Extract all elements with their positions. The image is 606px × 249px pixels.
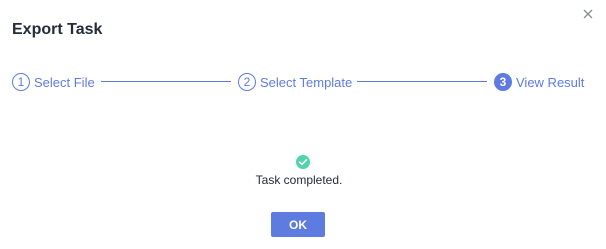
step-label: Select Template: [260, 74, 353, 90]
step-select-file: 1 Select File: [12, 72, 95, 92]
check-circle-icon: [296, 155, 310, 169]
step-number: 1: [12, 73, 30, 91]
step-view-result: 3 View Result: [494, 72, 584, 92]
export-task-dialog: Export Task 1 Select File 2 Select Templ…: [0, 0, 606, 249]
step-number: 2: [238, 73, 256, 91]
result-message: Task completed.: [255, 173, 343, 187]
result-icon-row: [0, 155, 606, 174]
close-button[interactable]: [580, 6, 596, 22]
step-connector: [101, 81, 231, 82]
ok-button[interactable]: OK: [271, 212, 325, 237]
step-number: 3: [494, 73, 512, 91]
close-icon: [583, 9, 593, 19]
step-label: Select File: [34, 74, 95, 90]
stepper: 1 Select File 2 Select Template 3 View R…: [12, 72, 586, 92]
step-label: View Result: [516, 74, 585, 90]
step-connector: [357, 81, 487, 82]
step-select-template: 2 Select Template: [238, 72, 352, 92]
dialog-title: Export Task: [12, 21, 103, 38]
